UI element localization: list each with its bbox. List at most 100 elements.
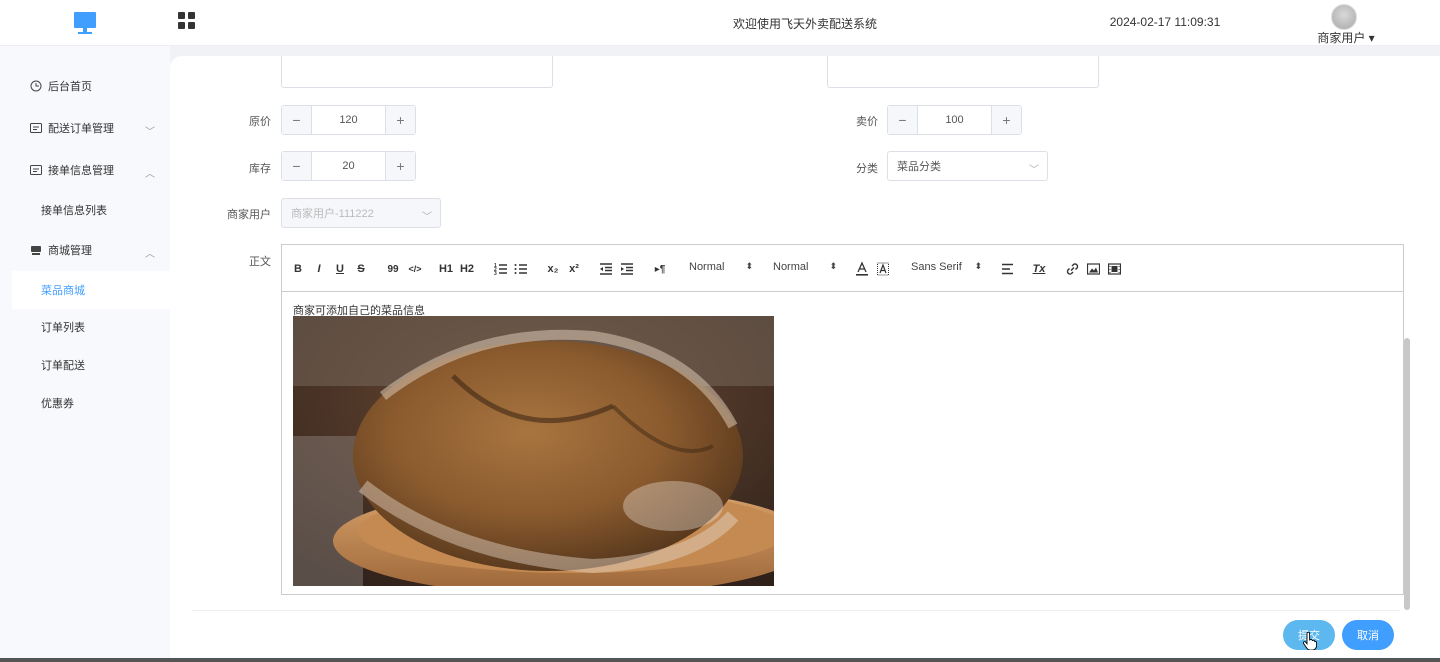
svg-text:3: 3 — [494, 271, 497, 277]
sidebar-subitem-order-list[interactable]: 订单列表 — [12, 308, 170, 346]
merchant-select: 商家用户-111222 ﹀ — [281, 198, 441, 228]
user-menu[interactable]: 商家用户 ▾ — [1310, 29, 1382, 46]
list-icon — [30, 165, 42, 175]
font-picker[interactable]: Sans Serif ⬍ — [911, 261, 982, 277]
sidebar-item-label: 后台首页 — [48, 81, 92, 93]
main-panel: 原价 − + 卖价 − + 库存 − + 分类 菜品分类 ﹀ 商家用户 商家用户… — [170, 56, 1440, 658]
background-color-icon[interactable] — [877, 261, 889, 277]
clock-icon — [30, 80, 42, 92]
original-price-stepper: − + — [281, 105, 416, 135]
sale-price-stepper: − + — [887, 105, 1022, 135]
sidebar-item-label: 接单信息列表 — [41, 205, 107, 217]
ordered-list-icon[interactable]: 123 — [494, 261, 508, 277]
datetime-display: 2024-02-17 11:09:31 — [1109, 15, 1221, 29]
sidebar-item-label: 商城管理 — [48, 245, 92, 257]
merchant-select-value: 商家用户-111222 — [291, 208, 374, 220]
link-icon[interactable] — [1066, 261, 1079, 277]
divider — [192, 610, 1400, 611]
sidebar-item-order-info[interactable]: 接单信息管理 ︿ — [0, 150, 170, 190]
chevron-down-icon: ﹀ — [422, 212, 432, 223]
image-input[interactable] — [827, 56, 1099, 88]
chevron-down-icon: ﹀ — [1029, 165, 1039, 176]
align-icon[interactable] — [1001, 261, 1014, 277]
h1-button[interactable]: H1 — [438, 261, 454, 277]
vertical-scrollbar[interactable] — [1404, 338, 1410, 610]
header-picker[interactable]: Normal ⬍ — [773, 261, 837, 277]
original-price-label: 原价 — [249, 116, 271, 128]
sidebar-item-label: 配送订单管理 — [48, 123, 114, 135]
sidebar-item-delivery-orders[interactable]: 配送订单管理 ﹀ — [0, 108, 170, 148]
sidebar-subitem-dish-mall[interactable]: 菜品商城 — [12, 271, 170, 309]
sidebar-item-label: 接单信息管理 — [48, 165, 114, 177]
size-picker-value: Normal — [689, 261, 725, 273]
superscript-button[interactable]: x² — [566, 261, 582, 277]
h2-button[interactable]: H2 — [459, 261, 475, 277]
monitor-icon[interactable] — [72, 10, 98, 36]
stock-input[interactable] — [312, 152, 385, 180]
content-label: 正文 — [249, 256, 271, 268]
chevron-down-icon: ﹀ — [145, 127, 155, 138]
sidebar-item-label: 菜品商城 — [41, 285, 85, 297]
sidebar: 后台首页 配送订单管理 ﹀ 接单信息管理 ︿ 接单信息列表 商城管理 ︿ 菜品商… — [0, 46, 170, 658]
sidebar-item-shop[interactable]: 商城管理 ︿ — [0, 230, 170, 270]
sidebar-item-label: 订单列表 — [41, 322, 85, 334]
updown-caret-icon: ⬍ — [745, 261, 753, 271]
sale-price-input[interactable] — [918, 106, 991, 134]
header-picker-value: Normal — [773, 261, 809, 273]
updown-caret-icon: ⬍ — [829, 261, 837, 271]
bottom-border — [0, 658, 1440, 662]
image-icon[interactable] — [1087, 261, 1100, 277]
grid-icon[interactable] — [178, 12, 196, 30]
category-select-value: 菜品分类 — [897, 161, 941, 173]
system-title: 欢迎使用飞天外卖配送系统 — [732, 17, 877, 31]
stock-stepper: − + — [281, 151, 416, 181]
list-icon — [30, 123, 42, 133]
sidebar-subitem-order-delivery[interactable]: 订单配送 — [12, 346, 170, 384]
name-input[interactable] — [281, 56, 553, 88]
size-picker[interactable]: Normal ⬍ — [689, 261, 753, 277]
merchant-label: 商家用户 — [227, 209, 271, 221]
italic-button[interactable]: I — [313, 261, 325, 277]
updown-caret-icon: ⬍ — [974, 261, 982, 271]
editor-content[interactable]: 商家可添加自己的菜品信息 — [282, 293, 1403, 594]
hand-cursor-icon — [1303, 632, 1317, 650]
sidebar-subitem-coupons[interactable]: 优惠券 — [12, 384, 170, 422]
video-icon[interactable] — [1108, 261, 1121, 277]
sidebar-item-label: 订单配送 — [41, 360, 85, 372]
text-color-icon[interactable] — [856, 261, 868, 277]
cancel-button[interactable]: 取消 — [1342, 620, 1394, 650]
indent-icon[interactable] — [620, 261, 634, 277]
increment-button[interactable]: + — [991, 106, 1021, 134]
increment-button[interactable]: + — [385, 152, 415, 180]
category-label: 分类 — [856, 163, 878, 175]
decrement-button[interactable]: − — [282, 106, 312, 134]
code-button[interactable]: </> — [407, 261, 423, 277]
clean-format-button[interactable]: Tx — [1032, 261, 1046, 277]
editor-toolbar: B I U S 99 </> H1 H2 123 x₂ x² ▸¶ Normal… — [282, 245, 1403, 292]
bullet-list-icon[interactable] — [514, 261, 528, 277]
outdent-icon[interactable] — [599, 261, 613, 277]
avatar[interactable] — [1331, 4, 1357, 30]
stock-label: 库存 — [249, 163, 271, 175]
decrement-button[interactable]: − — [888, 106, 918, 134]
rich-text-editor: B I U S 99 </> H1 H2 123 x₂ x² ▸¶ Normal… — [281, 244, 1404, 595]
sidebar-item-label: 优惠券 — [41, 398, 74, 410]
original-price-input[interactable] — [312, 106, 385, 134]
subscript-button[interactable]: x₂ — [545, 261, 561, 277]
blockquote-button[interactable]: 99 — [386, 261, 400, 277]
bold-button[interactable]: B — [292, 261, 304, 277]
sidebar-item-dashboard[interactable]: 后台首页 — [0, 66, 170, 106]
bread-photo — [293, 316, 774, 586]
text-direction-button[interactable]: ▸¶ — [652, 261, 668, 277]
increment-button[interactable]: + — [385, 106, 415, 134]
strike-button[interactable]: S — [355, 261, 367, 277]
sidebar-subitem-order-info-list[interactable]: 接单信息列表 — [12, 191, 170, 229]
underline-button[interactable]: U — [334, 261, 346, 277]
chevron-up-icon: ︿ — [145, 169, 155, 180]
shop-icon — [31, 246, 41, 255]
top-header: 欢迎使用飞天外卖配送系统 2024-02-17 11:09:31 商家用户 ▾ — [0, 0, 1440, 46]
decrement-button[interactable]: − — [282, 152, 312, 180]
sale-price-label: 卖价 — [856, 116, 878, 128]
category-select[interactable]: 菜品分类 ﹀ — [887, 151, 1048, 181]
font-picker-value: Sans Serif — [911, 261, 962, 273]
